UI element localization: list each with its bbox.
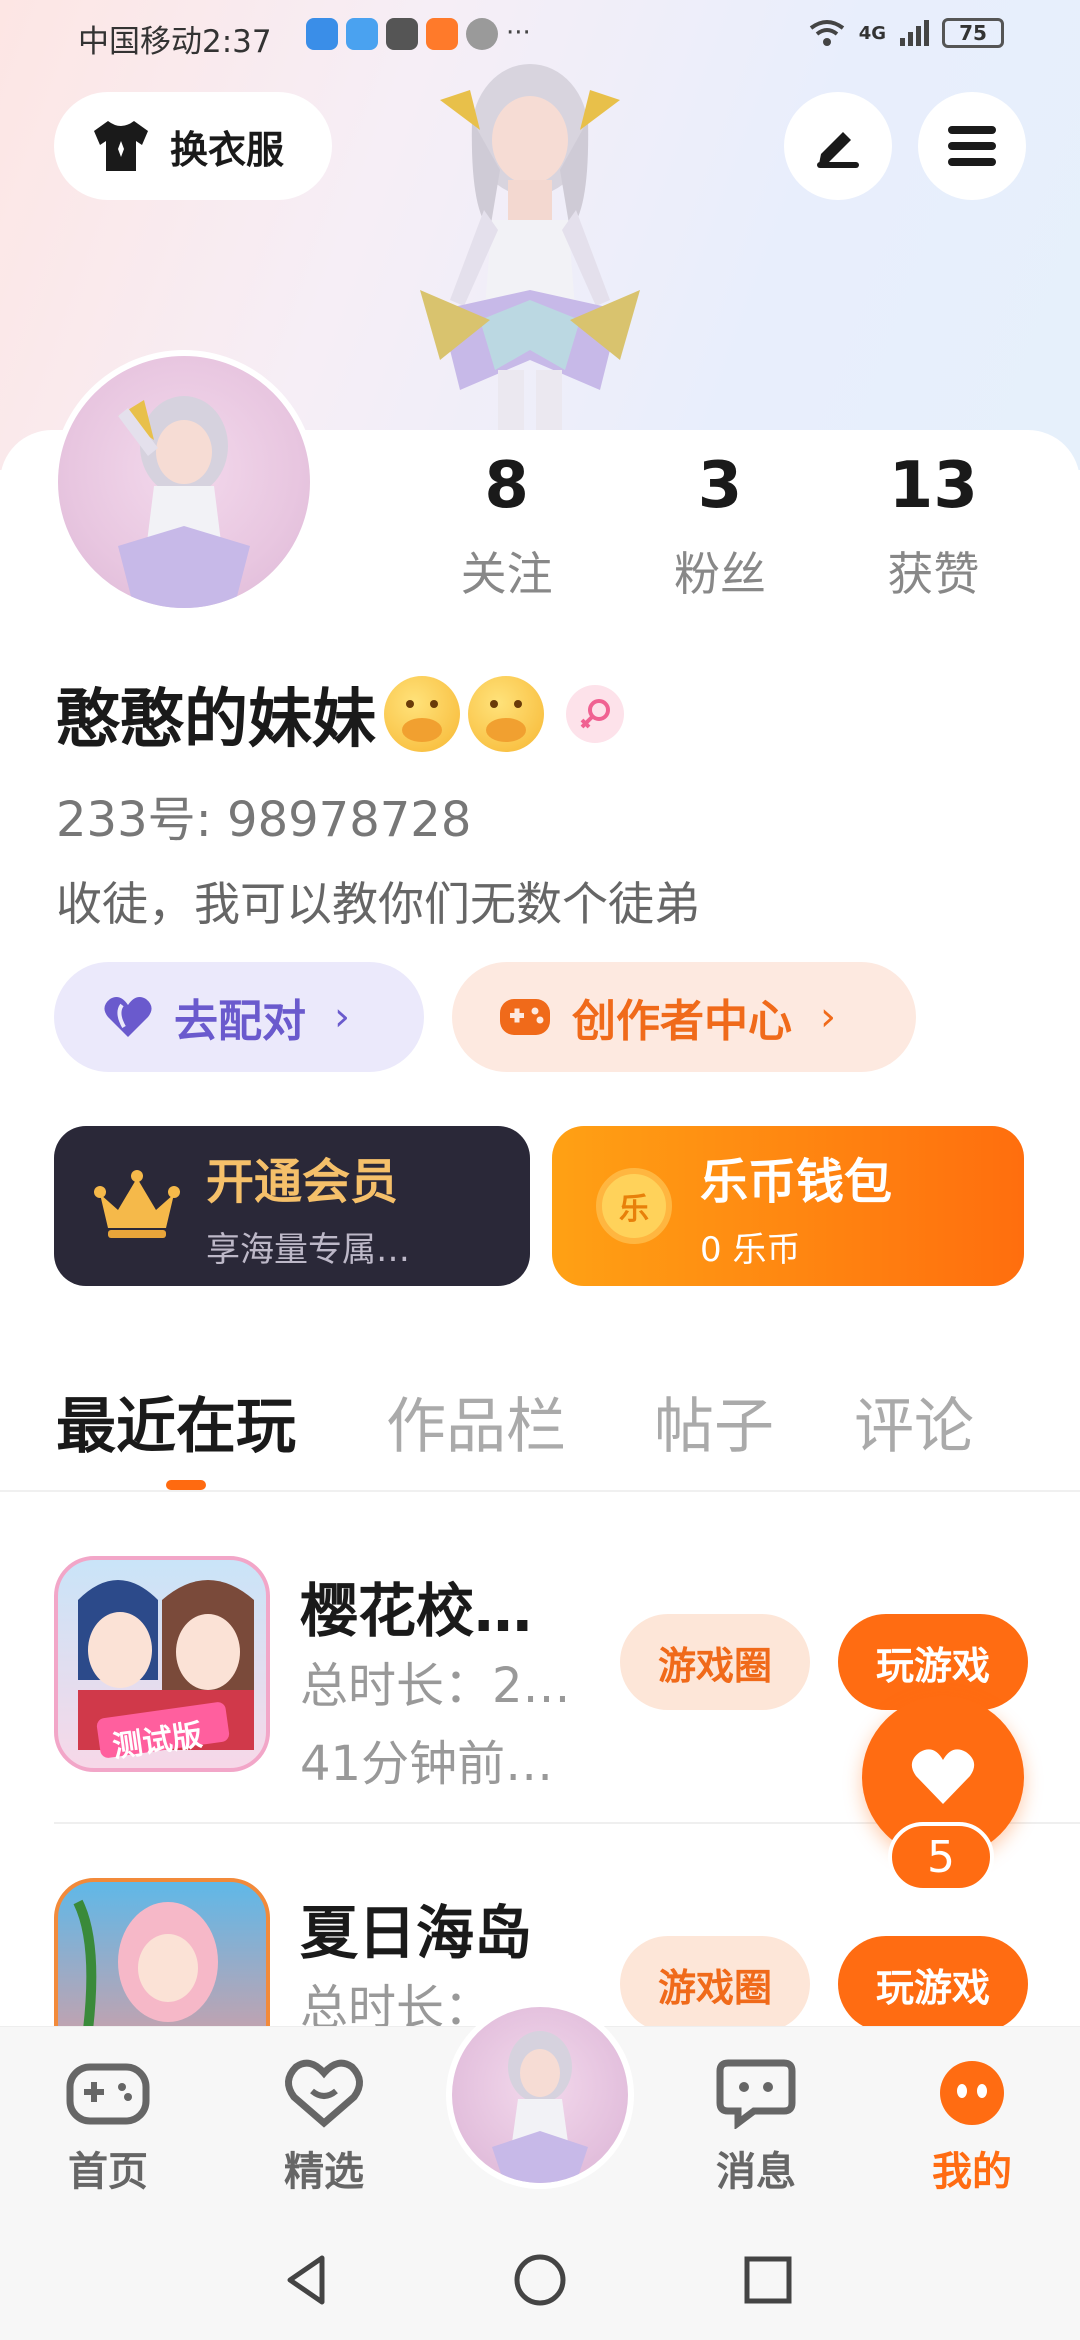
username: 憨憨的妹妹 [56,683,376,757]
nav-home[interactable]: 首页 [28,2057,188,2197]
nav-mine-label: 我的 [932,2149,1012,2195]
nav-featured[interactable]: 精选 [244,2057,404,2197]
profile-avatar[interactable] [52,350,316,614]
summer-island-artwork [73,1899,218,2031]
game-total-duration: 总时长：2… [300,1658,571,1714]
wifi-icon [809,20,844,46]
gamepad-nav-icon [66,2063,150,2125]
menu-icon [948,126,996,166]
crown-icon [94,1170,180,1238]
pen-icon [817,132,859,168]
status-carrier: 中国移动2:37 [78,16,272,61]
game-last-played: 41分钟前… [300,1736,554,1792]
nav-avatar-image [452,2007,628,2183]
vip-title: 开通会员 [206,1153,399,1210]
profile-stats: 8 关注 3 粉丝 13 获赞 [400,448,1040,604]
menu-button[interactable] [918,92,1026,200]
username-row: 憨憨的妹妹 [56,668,624,760]
user-id: 233号: 98978728 [56,792,472,848]
status-right: 4G 75 [807,18,1004,48]
stat-followers-count: 3 [697,449,743,523]
heart-icon [104,997,152,1037]
bottom-navigation: 首页 精选 消息 我的 [0,2001,1080,2222]
stat-followers[interactable]: 3 粉丝 [613,448,826,604]
stat-likes[interactable]: 13 获赞 [827,448,1040,604]
creator-center-label: 创作者中心 [572,996,792,1047]
recents-icon[interactable] [738,2250,798,2310]
match-button[interactable]: 去配对 › [54,962,424,1072]
edit-profile-button[interactable] [784,92,892,200]
stat-likes-label: 获赞 [887,547,980,601]
chevron-right-icon-2: › [820,994,836,1040]
network-type: 4G [858,22,886,44]
tab-posts[interactable]: 帖子 [654,1378,774,1465]
avatar-character-figure[interactable] [380,60,680,470]
notification-icons: ··· [306,18,531,50]
heart-icon-white [911,1749,975,1804]
change-outfit-label: 换衣服 [170,127,285,172]
game-circle-button-2[interactable]: 游戏圈 [620,1936,810,2032]
active-tab-indicator [166,1480,206,1490]
nav-featured-label: 精选 [284,2149,364,2195]
stat-likes-count: 13 [888,449,978,523]
game-circle-button[interactable]: 游戏圈 [620,1614,810,1710]
more-notifications: ··· [506,18,531,48]
video-app-icon [426,18,458,50]
vip-membership-card[interactable]: 开通会员 享海量专属… [54,1126,530,1286]
tab-works[interactable]: 作品栏 [386,1378,566,1465]
profile-tabs: 最近在玩 作品栏 帖子 评论 [56,1378,1080,1488]
huawei-app-icon [386,18,418,50]
play-game-button-2[interactable]: 玩游戏 [838,1936,1028,2032]
avatar-image [118,396,250,608]
stat-following[interactable]: 8 关注 [400,448,613,604]
carrier-name: 中国移动 [78,24,202,60]
heart-bubble-icon [285,2059,363,2128]
game-name-2: 夏日海岛 [300,1899,533,1967]
gamepad-icon [500,999,550,1035]
coin-wallet-card[interactable]: 乐 乐币钱包 0 乐币 [552,1126,1024,1286]
weather-app-icon [306,18,338,50]
coin-icon: 乐 [596,1168,672,1244]
stat-following-label: 关注 [460,547,553,601]
shirt-icon [94,121,148,171]
coin-glyph: 乐 [619,1192,649,1227]
status-time: 2:37 [202,24,272,60]
coin-wallet-title: 乐币钱包 [700,1153,893,1210]
female-gender-icon [566,685,624,743]
vip-subtitle: 享海量专属… [206,1229,410,1270]
user-bio: 收徒，我可以教你们无数个徒弟 [56,877,700,931]
stat-following-count: 8 [484,449,529,523]
chevron-right-icon: › [334,994,350,1040]
coin-balance: 0 乐币 [700,1229,801,1270]
tabs-divider [0,1490,1080,1492]
home-icon[interactable] [510,2250,570,2310]
nav-home-label: 首页 [68,2149,148,2195]
profile-face-icon [940,2061,1004,2125]
nav-mine[interactable]: 我的 [892,2057,1052,2197]
battery-indicator: 75 [942,18,1004,48]
stat-followers-label: 粉丝 [673,547,766,601]
back-icon[interactable] [278,2250,338,2310]
creator-center-button[interactable]: 创作者中心 › [452,962,916,1072]
signal-icon [900,20,929,46]
nav-center-avatar-button[interactable] [446,2001,634,2189]
nav-messages[interactable]: 消息 [676,2057,836,2197]
wechat-icon [466,18,498,50]
match-label: 去配对 [174,996,306,1047]
game-name: 樱花校… [300,1577,533,1645]
tab-recently-played[interactable]: 最近在玩 [56,1378,296,1465]
game-icon-sakura-school[interactable]: 测试版 [54,1556,270,1772]
chat-bubble-icon [716,2059,796,2130]
system-navigation-bar [0,2222,1080,2340]
tab-comments[interactable]: 评论 [854,1378,974,1465]
hand-over-mouth-emoji-icon [384,676,460,752]
hand-over-mouth-emoji-icon-2 [468,676,544,752]
nav-messages-label: 消息 [716,2149,796,2195]
cloud-app-icon [346,18,378,50]
like-count-badge: 5 [888,1822,994,1892]
change-outfit-button[interactable]: 换衣服 [54,92,332,200]
